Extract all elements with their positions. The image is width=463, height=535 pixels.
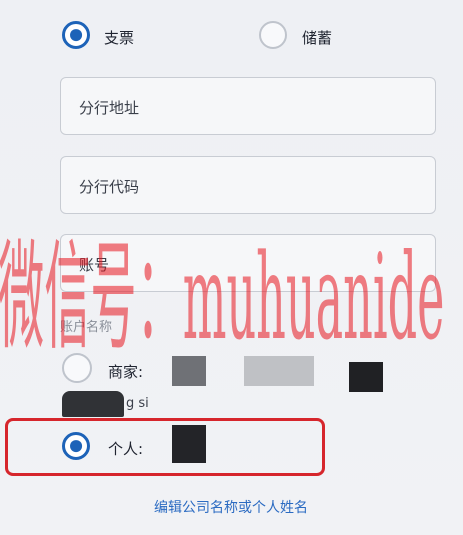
branch-address-placeholder: 分行地址 — [79, 99, 140, 117]
individual-label: 个人: — [108, 440, 144, 458]
checking-radio[interactable] — [62, 21, 90, 49]
branch-code-placeholder: 分行代码 — [79, 178, 140, 196]
branch-address-field[interactable]: 分行地址 — [60, 77, 436, 135]
redacted-merchant-block-3 — [349, 362, 383, 392]
merchant-partial-text: g si — [126, 396, 149, 411]
account-name-section-label: 账户名称 — [60, 320, 113, 335]
merchant-radio[interactable] — [62, 353, 92, 383]
branch-code-field[interactable]: 分行代码 — [60, 156, 436, 214]
account-number-field[interactable]: 账号 — [60, 234, 436, 292]
redacted-merchant-block-1 — [172, 356, 206, 386]
account-number-placeholder: 账号 — [79, 256, 110, 274]
redacted-merchant-block-4 — [62, 391, 124, 417]
checking-label: 支票 — [104, 29, 135, 47]
savings-radio[interactable] — [259, 21, 287, 49]
redacted-individual-name — [172, 425, 206, 463]
redacted-merchant-block-2 — [244, 356, 314, 386]
individual-highlight-box — [5, 418, 325, 476]
edit-name-link[interactable]: 编辑公司名称或个人姓名 — [154, 497, 308, 517]
individual-radio[interactable] — [62, 432, 90, 460]
savings-label: 储蓄 — [302, 29, 333, 47]
merchant-label: 商家: — [108, 363, 144, 381]
bank-account-form: 支票 储蓄 分行地址 分行代码 账号 账户名称 商家: g si 个人: 编辑公… — [0, 0, 463, 535]
